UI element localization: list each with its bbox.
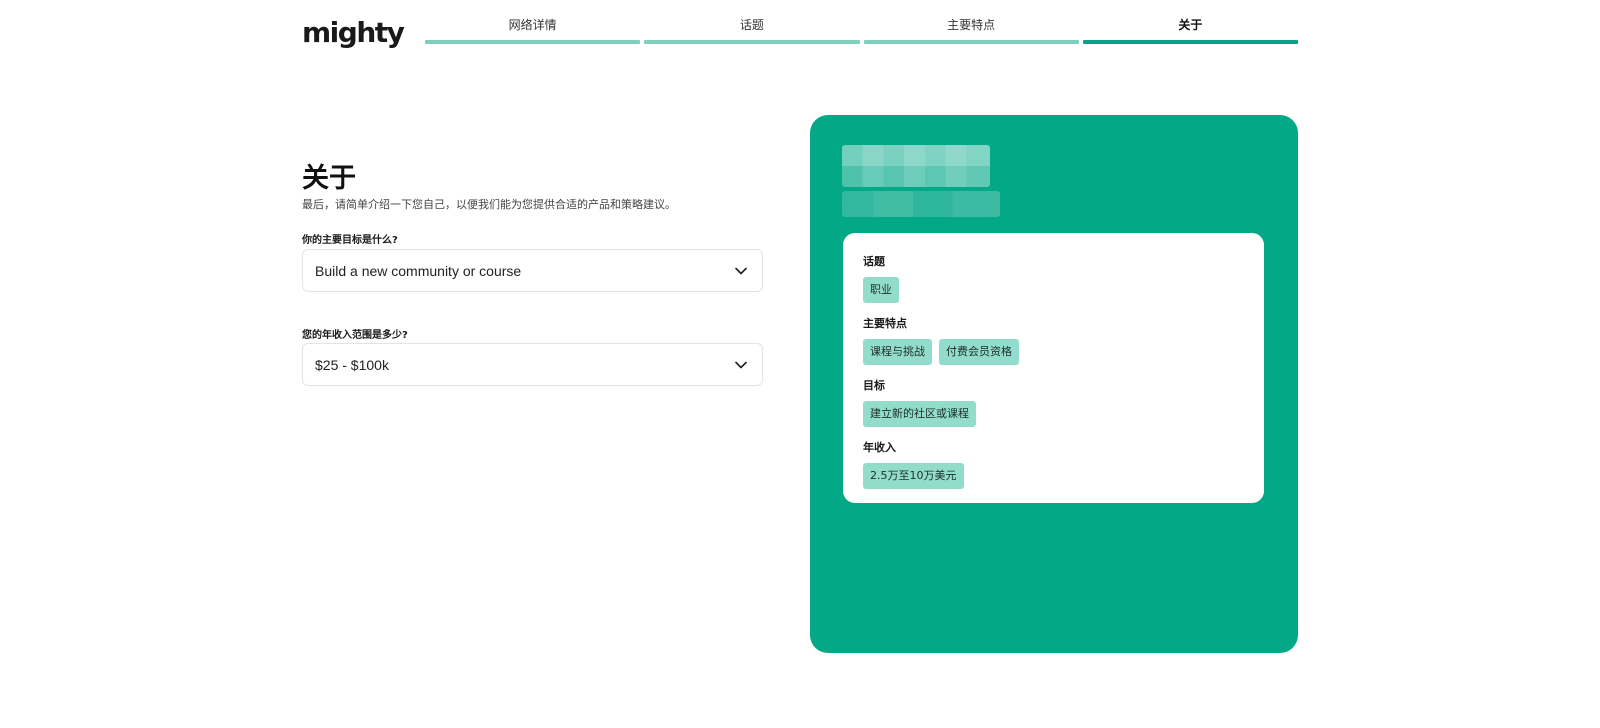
step-key-features[interactable]: 主要特点 (863, 18, 1079, 44)
goal-field-label: 你的主要目标是什么? (302, 235, 398, 246)
page-description: 最后，请简单介绍一下您自己，以便我们能为您提供合适的产品和策略建议。 (302, 198, 676, 211)
summary-label: 主要特点 (863, 317, 907, 330)
page-title: 关于 (302, 163, 356, 194)
step-bar (644, 40, 860, 44)
step-network-details[interactable]: 网络详情 (425, 18, 641, 44)
summary-label: 目标 (863, 379, 885, 392)
summary-group-goal: 目标 建立新的社区或课程 (863, 377, 1244, 427)
goal-select-value: Build a new community or course (315, 262, 522, 279)
revenue-select[interactable]: $25 - $100k (302, 343, 763, 386)
step-label: 话题 (739, 18, 764, 32)
summary-panel: 话题 职业 主要特点 课程与挑战 付费会员资格 目标 建立新的社区或课程 年收入… (810, 115, 1298, 653)
step-bar (1082, 40, 1298, 44)
goal-select[interactable]: Build a new community or course (302, 249, 763, 292)
revenue-select-value: $25 - $100k (315, 356, 389, 373)
summary-card: 话题 职业 主要特点 课程与挑战 付费会员资格 目标 建立新的社区或课程 年收入… (843, 233, 1264, 503)
summary-group-revenue: 年收入 2.5万至10万美元 (863, 439, 1244, 489)
summary-group-features: 主要特点 课程与挑战 付费会员资格 (863, 315, 1244, 365)
progress-steps: 网络详情 话题 主要特点 关于 (425, 18, 1298, 44)
step-about[interactable]: 关于 (1082, 18, 1298, 44)
step-bar (425, 40, 641, 44)
step-topics[interactable]: 话题 (644, 18, 860, 44)
summary-label: 话题 (863, 255, 885, 268)
chevron-down-icon (734, 264, 748, 278)
step-label: 网络详情 (508, 18, 557, 32)
tag: 付费会员资格 (939, 339, 1019, 365)
blurred-network-subtitle (842, 191, 1000, 217)
step-label: 主要特点 (947, 18, 996, 32)
tag: 建立新的社区或课程 (863, 401, 976, 427)
summary-group-topics: 话题 职业 (863, 253, 1244, 303)
tag: 课程与挑战 (863, 339, 932, 365)
blurred-network-name (842, 145, 990, 187)
step-bar (863, 40, 1079, 44)
step-label: 关于 (1178, 18, 1203, 32)
mighty-logo[interactable]: mighty (302, 16, 405, 49)
chevron-down-icon (734, 358, 748, 372)
tag: 职业 (863, 277, 899, 303)
summary-label: 年收入 (863, 441, 896, 454)
tag: 2.5万至10万美元 (863, 463, 964, 489)
revenue-field-label: 您的年收入范围是多少? (302, 330, 408, 341)
